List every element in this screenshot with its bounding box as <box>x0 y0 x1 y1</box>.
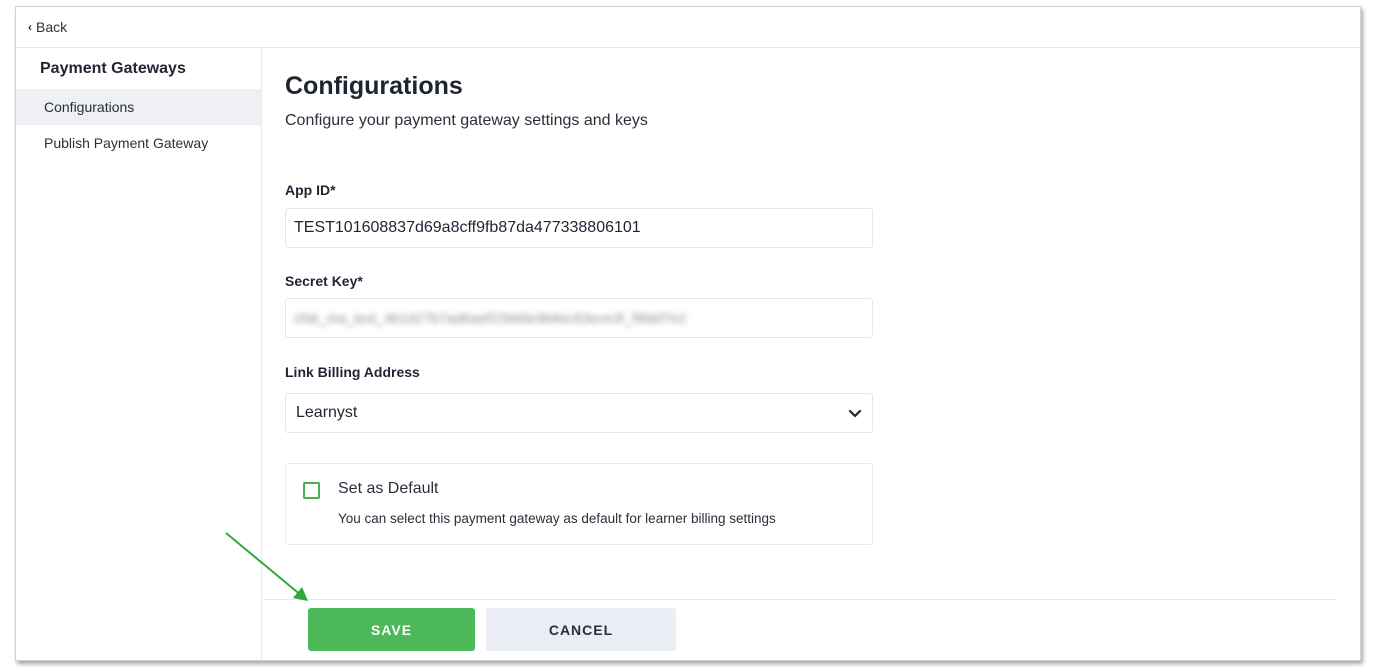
secret-key-field[interactable]: cfsk_ma_test_4b1d27b7ad6aef22b68e9b8ec83… <box>285 298 873 338</box>
save-button[interactable]: SAVE <box>308 608 475 651</box>
chevron-down-icon <box>848 409 862 418</box>
billing-address-selected: Learnyst <box>296 404 358 421</box>
set-default-label[interactable]: Set as Default <box>338 480 439 498</box>
annotation-arrow-icon <box>225 532 308 601</box>
page-title: Configurations <box>285 72 463 100</box>
sidebar-item-label: Publish Payment Gateway <box>44 135 209 151</box>
default-option-card: Set as Default You can select this payme… <box>285 463 873 545</box>
main-content: Configurations Configure your payment ga… <box>263 48 1360 661</box>
billing-address-label: Link Billing Address <box>285 364 420 380</box>
app-window: ‹ Back Payment Gateways Configurations P… <box>15 6 1361 661</box>
set-default-help: You can select this payment gateway as d… <box>338 511 776 526</box>
secret-key-label: Secret Key* <box>285 273 363 289</box>
chevron-left-icon: ‹ <box>28 20 32 34</box>
sidebar-item-publish-payment-gateway[interactable]: Publish Payment Gateway <box>16 125 261 161</box>
page-subtitle: Configure your payment gateway settings … <box>285 112 648 129</box>
set-default-checkbox[interactable] <box>303 482 320 499</box>
cancel-button[interactable]: CANCEL <box>486 608 676 651</box>
sidebar-item-label: Configurations <box>44 99 135 115</box>
back-link[interactable]: ‹ Back <box>28 19 67 35</box>
billing-address-select[interactable]: Learnyst <box>285 393 873 433</box>
secret-key-value: cfsk_ma_test_4b1d27b7ad6aef22b68e9b8ec83… <box>294 310 687 326</box>
footer-divider <box>263 599 1336 600</box>
sidebar-item-configurations[interactable]: Configurations <box>16 89 261 125</box>
app-id-value: TEST101608837d69a8cff9fb87da477338806101 <box>294 219 641 236</box>
app-id-label: App ID* <box>285 182 336 198</box>
app-id-field[interactable]: TEST101608837d69a8cff9fb87da477338806101 <box>285 208 873 248</box>
back-label: Back <box>36 19 68 35</box>
sidebar-title: Payment Gateways <box>40 60 186 77</box>
top-bar: ‹ Back <box>16 7 1360 48</box>
